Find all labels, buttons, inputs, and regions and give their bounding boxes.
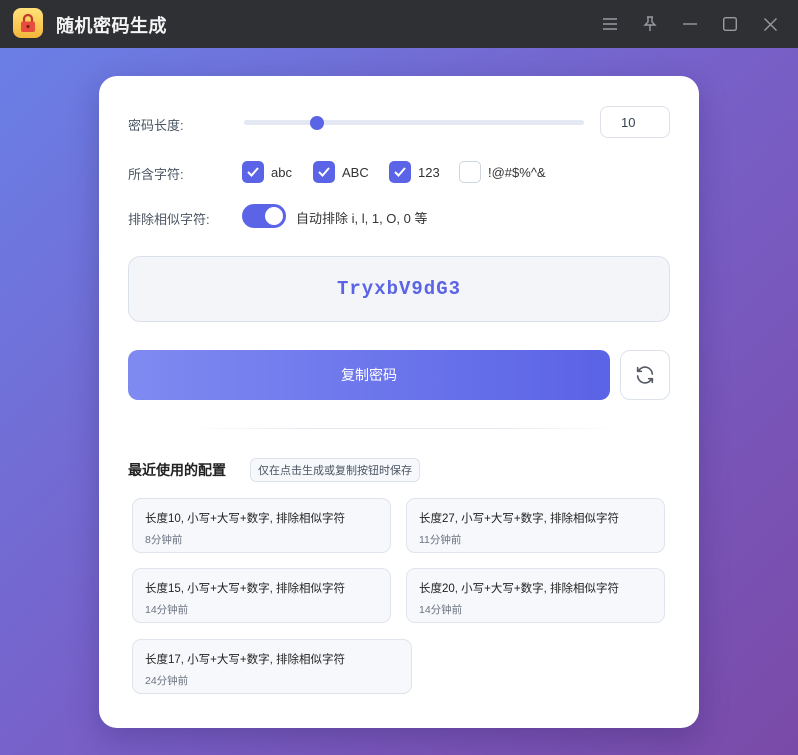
symbols-label: !@#$%^& (488, 164, 546, 180)
digits-checkbox[interactable] (389, 161, 411, 183)
length-input[interactable] (600, 106, 670, 138)
charset-symbols[interactable]: !@#$%^& (459, 161, 546, 183)
charset-uppercase[interactable]: ABC (313, 161, 369, 183)
copy-password-button[interactable]: 复制密码 (128, 350, 610, 400)
lowercase-checkbox[interactable] (242, 161, 264, 183)
regenerate-button[interactable] (620, 350, 670, 400)
recent-config-item[interactable]: 长度10, 小写+大写+数字, 排除相似字符 8分钟前 (132, 498, 391, 553)
recent-config-time: 14分钟前 (145, 604, 189, 616)
section-divider (189, 428, 619, 429)
menu-icon (603, 18, 617, 30)
recent-config-item[interactable]: 长度27, 小写+大写+数字, 排除相似字符 11分钟前 (406, 498, 665, 553)
check-icon (318, 167, 330, 177)
recent-config-item[interactable]: 长度17, 小写+大写+数字, 排除相似字符 24分钟前 (132, 639, 412, 694)
recent-config-time: 8分钟前 (145, 534, 183, 546)
chars-label: 所含字符: (128, 167, 184, 182)
refresh-icon (636, 366, 654, 384)
password-display[interactable]: TryxbV9dG3 (128, 256, 670, 322)
check-icon (394, 167, 406, 177)
minimize-icon (683, 23, 697, 25)
recent-config-item[interactable]: 长度15, 小写+大写+数字, 排除相似字符 14分钟前 (132, 568, 391, 623)
check-icon (247, 167, 259, 177)
recent-config-desc: 长度20, 小写+大写+数字, 排除相似字符 (419, 583, 620, 595)
recent-config-desc: 长度27, 小写+大写+数字, 排除相似字符 (419, 513, 620, 525)
digits-label: 123 (418, 164, 440, 180)
toggle-knob (265, 207, 283, 225)
uppercase-label: ABC (342, 164, 369, 180)
recent-config-time: 14分钟前 (419, 604, 463, 616)
maximize-icon (723, 17, 737, 31)
recent-configs-title: 最近使用的配置 (128, 462, 226, 478)
recent-config-item[interactable]: 长度20, 小写+大写+数字, 排除相似字符 14分钟前 (406, 568, 665, 623)
maximize-button[interactable] (718, 12, 742, 36)
close-button[interactable] (758, 12, 782, 36)
exclude-label: 排除相似字符: (128, 212, 210, 227)
menu-button[interactable] (598, 12, 622, 36)
generator-card: 密码长度: 所含字符: abc ABC 123 !@#$%^& 排除相似字符: … (99, 76, 699, 728)
lowercase-label: abc (271, 164, 292, 180)
password-text[interactable]: TryxbV9dG3 (337, 278, 461, 300)
recent-configs-note: 仅在点击生成或复制按钮时保存 (250, 458, 420, 482)
length-slider[interactable] (244, 115, 584, 130)
app-title: 随机密码生成 (56, 16, 167, 36)
charset-lowercase[interactable]: abc (242, 161, 292, 183)
charset-digits[interactable]: 123 (389, 161, 440, 183)
close-icon (763, 17, 777, 31)
exclude-similar-toggle[interactable] (242, 204, 286, 228)
length-label: 密码长度: (128, 118, 184, 133)
symbols-checkbox[interactable] (459, 161, 481, 183)
recent-config-desc: 长度15, 小写+大写+数字, 排除相似字符 (145, 583, 346, 595)
app-icon (13, 8, 43, 38)
pin-icon (643, 16, 657, 31)
recent-config-desc: 长度17, 小写+大写+数字, 排除相似字符 (145, 654, 346, 666)
title-bar: 随机密码生成 (0, 0, 798, 48)
uppercase-checkbox[interactable] (313, 161, 335, 183)
exclude-description: 自动排除 i, l, 1, O, 0 等 (296, 211, 428, 226)
lock-icon (21, 13, 35, 32)
recent-config-time: 24分钟前 (145, 675, 189, 687)
pin-button[interactable] (638, 12, 662, 36)
length-slider-thumb[interactable] (309, 115, 324, 130)
minimize-button[interactable] (678, 12, 702, 36)
recent-config-time: 11分钟前 (419, 534, 462, 546)
recent-config-desc: 长度10, 小写+大写+数字, 排除相似字符 (145, 513, 346, 525)
